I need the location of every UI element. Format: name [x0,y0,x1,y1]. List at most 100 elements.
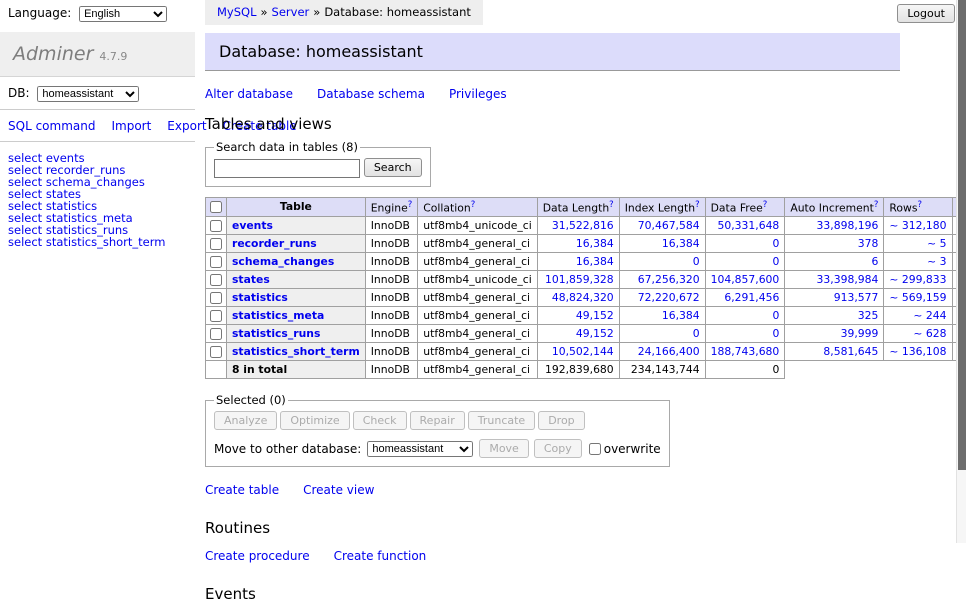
logout-button[interactable]: Logout [897,4,955,23]
cell-value-link[interactable]: 6,291,456 [724,291,779,304]
cell-value-link[interactable]: 24,166,400 [638,345,700,358]
cell-value-link[interactable]: 72,220,672 [638,291,700,304]
column-help-link[interactable]: ? [917,200,922,210]
overwrite-checkbox[interactable] [589,443,601,455]
table-link[interactable]: statistics [232,291,288,304]
cell-value-link[interactable]: 8,581,645 [823,345,878,358]
row-checkbox[interactable] [210,238,222,250]
breadcrumb-item[interactable]: MySQL [217,5,257,19]
search-input[interactable] [214,159,360,178]
table-link[interactable]: statistics_runs [232,327,320,340]
optimize-button[interactable]: Optimize [280,411,349,430]
cell-value-link[interactable]: 6 [872,255,879,268]
sidebar-action-link[interactable]: Import [111,119,151,133]
column-help-link[interactable]: ? [695,200,700,210]
cell-value-link[interactable]: ~ 299,833 [889,273,946,286]
row-checkbox[interactable] [210,310,222,322]
row-checkbox[interactable] [210,292,222,304]
cell-value-link[interactable]: ~ 244 [913,309,946,322]
language-label: Language: [8,6,71,20]
table-header-row: TableEngine?Collation?Data Length?Index … [206,197,966,217]
sidebar-table-link[interactable]: select statistics_short_term [8,237,187,249]
truncate-button[interactable]: Truncate [468,411,535,430]
create-link[interactable]: Create view [303,483,374,497]
cell-value-link[interactable]: 16,384 [576,255,614,268]
cell-value-link[interactable]: 48,824,320 [552,291,614,304]
database-action-link[interactable]: Alter database [205,87,293,101]
create-link[interactable]: Create table [205,483,279,497]
cell-value-link[interactable]: ~ 628 [913,327,946,340]
row-checkbox[interactable] [210,256,222,268]
cell-value-link[interactable]: 913,577 [834,291,879,304]
select-all-checkbox[interactable] [210,201,222,213]
analyze-button[interactable]: Analyze [214,411,277,430]
move-database-select[interactable]: homeassistant [367,441,473,457]
cell-value-link[interactable]: 49,152 [576,309,614,322]
table-link[interactable]: events [232,219,273,232]
drop-button[interactable]: Drop [538,411,584,430]
row-checkbox[interactable] [210,220,222,232]
table-link[interactable]: statistics_short_term [232,345,360,358]
cell-value-link[interactable]: 33,398,984 [817,273,879,286]
sidebar-action-link[interactable]: SQL command [8,119,95,133]
sidebar-action-link[interactable]: Export [167,119,206,133]
sidebar-divider [0,109,195,110]
cell-value-link[interactable]: 101,859,328 [545,273,614,286]
row-checkbox[interactable] [210,274,222,286]
cell-value-link[interactable]: 70,467,584 [638,219,700,232]
cell-value-link[interactable]: 0 [772,327,779,340]
cell-value-link[interactable]: 0 [693,327,700,340]
table-link[interactable]: statistics_meta [232,309,324,322]
column-help-link[interactable]: ? [609,200,614,210]
table-link[interactable]: schema_changes [232,255,334,268]
cell-value-link[interactable]: ~ 5 [927,237,946,250]
check-button[interactable]: Check [353,411,407,430]
column-help-link[interactable]: ? [763,200,768,210]
cell-value-link[interactable]: 0 [772,237,779,250]
cell-value-link[interactable]: 188,743,680 [711,345,780,358]
database-action-link[interactable]: Privileges [449,87,507,101]
cell-value-link[interactable]: 0 [772,255,779,268]
scrollbar-thumb[interactable] [958,0,966,470]
language-select[interactable]: English [79,6,167,22]
cell-value-link[interactable]: 10,502,144 [552,345,614,358]
cell-value-link[interactable]: ~ 569,159 [889,291,946,304]
db-select[interactable]: homeassistant [37,86,139,102]
auto-increment-cell: 8,581,645 [785,343,884,361]
cell-value-link[interactable]: 16,384 [576,237,614,250]
cell-value-link[interactable]: 378 [858,237,879,250]
cell-value-link[interactable]: 33,898,196 [817,219,879,232]
cell-value-link[interactable]: 0 [772,309,779,322]
search-button[interactable]: Search [364,158,422,177]
cell-value-link[interactable]: 67,256,320 [638,273,700,286]
cell-value-link[interactable]: 49,152 [576,327,614,340]
column-help-link[interactable]: ? [471,200,476,210]
cell-value-link[interactable]: ~ 312,180 [889,219,946,232]
cell-value-link[interactable]: ~ 3 [927,255,946,268]
table-link[interactable]: states [232,273,270,286]
cell-value-link[interactable]: 39,999 [841,327,879,340]
copy-button[interactable]: Copy [534,439,582,458]
routine-link[interactable]: Create procedure [205,549,310,563]
cell-value-link[interactable]: 31,522,816 [552,219,614,232]
column-help-link[interactable]: ? [874,200,879,210]
cell-value-link[interactable]: 16,384 [662,309,700,322]
table-link[interactable]: recorder_runs [232,237,317,250]
routine-link[interactable]: Create function [334,549,427,563]
cell-value-link[interactable]: 50,331,648 [717,219,779,232]
cell-value-link[interactable]: 16,384 [662,237,700,250]
move-button[interactable]: Move [479,439,529,458]
cell-value-link[interactable]: 104,857,600 [711,273,780,286]
breadcrumb-item[interactable]: Server [272,5,310,19]
repair-button[interactable]: Repair [410,411,465,430]
row-checkbox[interactable] [210,346,222,358]
database-action-link[interactable]: Database schema [317,87,425,101]
index-length-cell: 24,166,400 [619,343,705,361]
row-checkbox[interactable] [210,328,222,340]
cell-value-link[interactable]: 325 [858,309,879,322]
column-help-link[interactable]: ? [408,200,413,210]
vertical-scrollbar[interactable] [956,0,966,543]
adminer-home-link[interactable]: Adminer [13,43,93,65]
cell-value-link[interactable]: ~ 136,108 [889,345,946,358]
cell-value-link[interactable]: 0 [693,255,700,268]
